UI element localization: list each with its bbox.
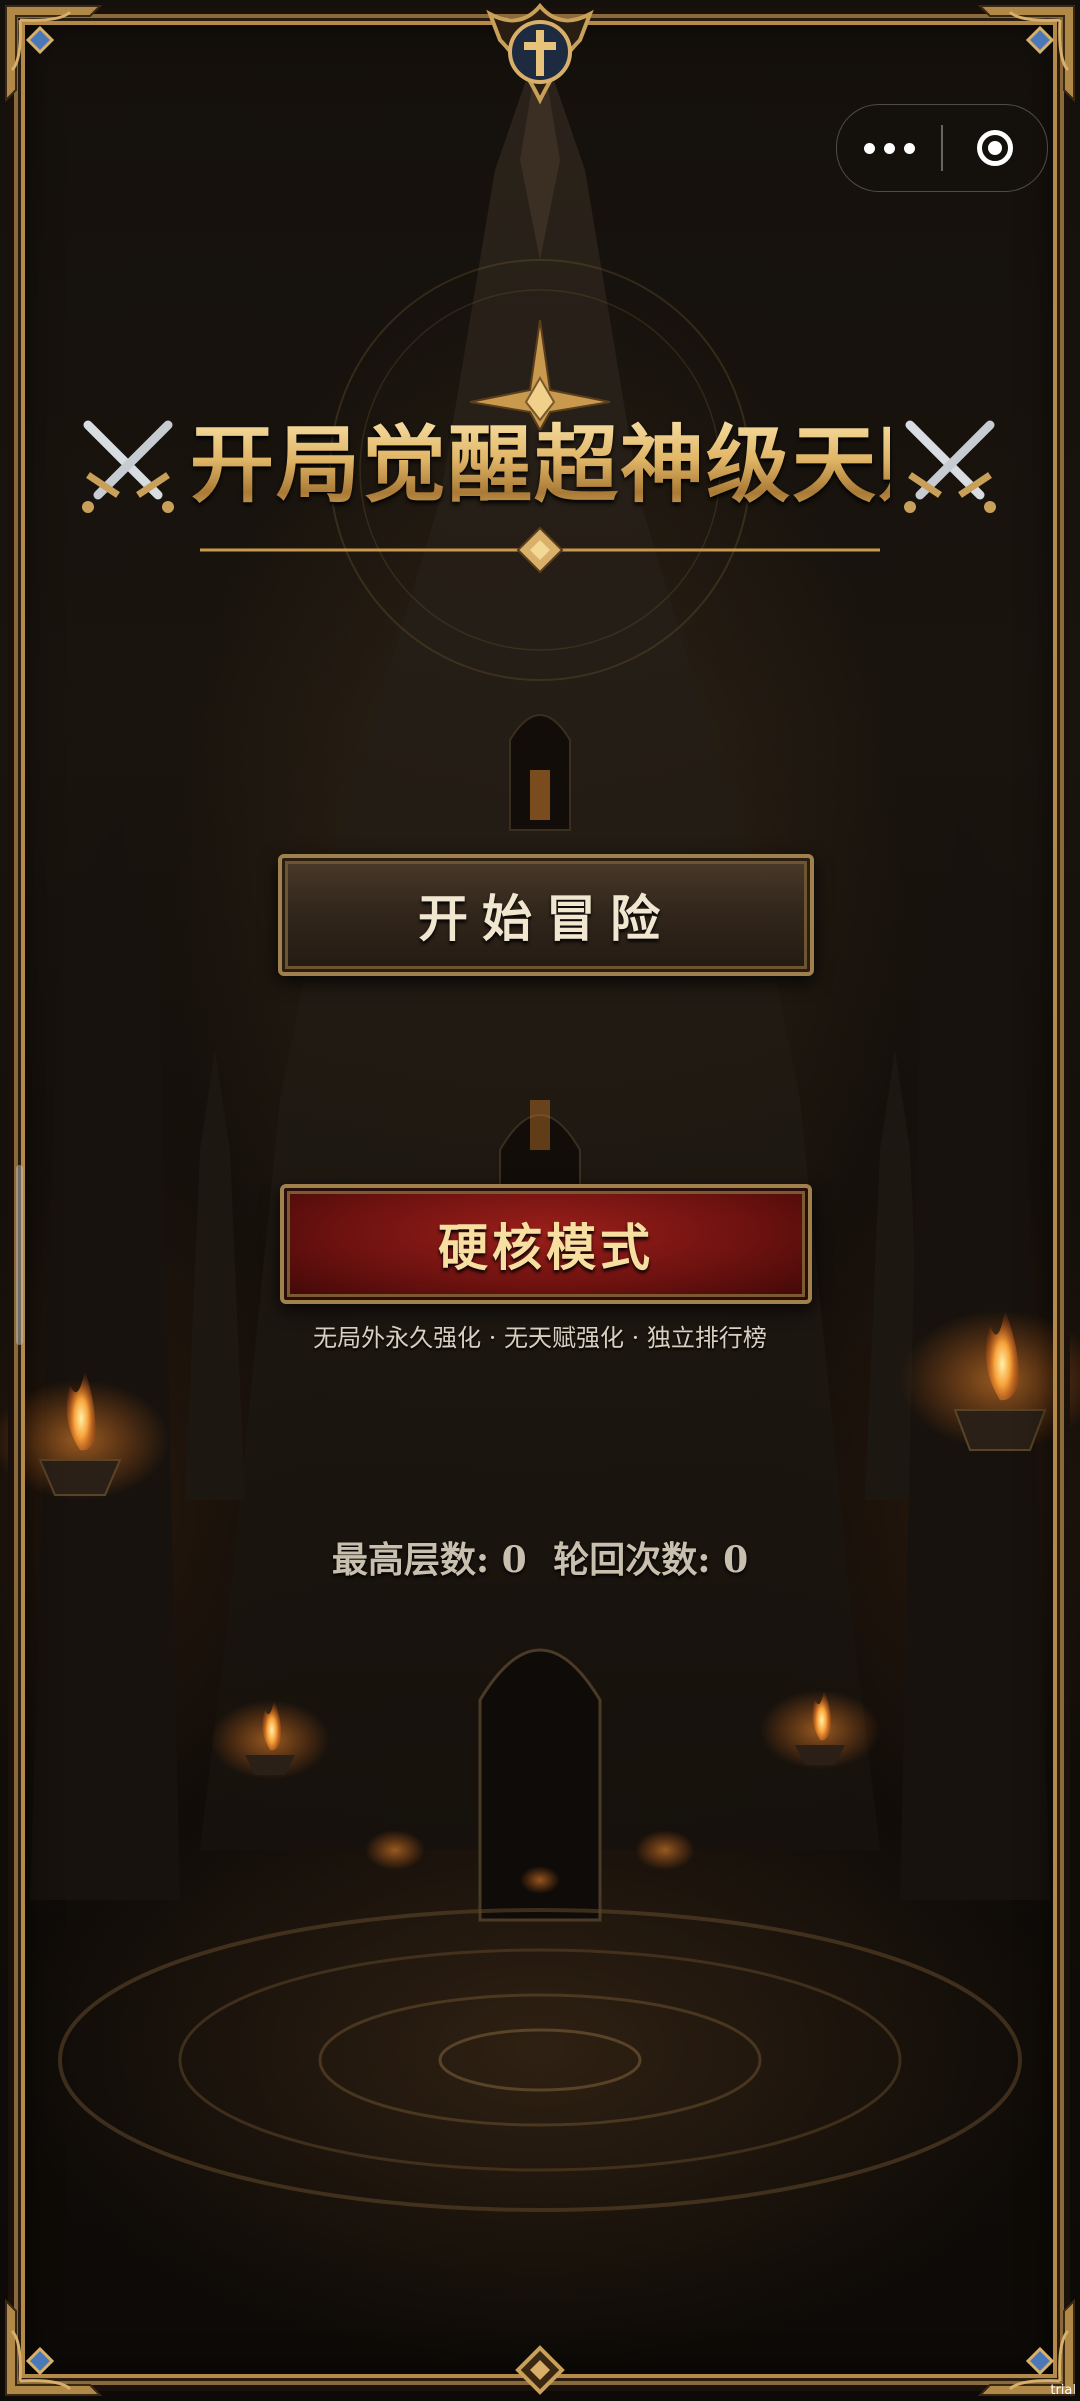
rebirth-count-label: 轮回次数: (553, 1539, 711, 1581)
rebirth-count-value: 0 (723, 1539, 749, 1581)
scrollbar[interactable] (16, 1165, 23, 1345)
highest-floor-value: 0 (501, 1539, 527, 1581)
ellipsis-icon[interactable] (837, 105, 941, 191)
hardcore-mode-label: 硬核模式 (438, 1218, 654, 1277)
start-adventure-button[interactable]: 开始冒险 (278, 854, 814, 976)
game-start-screen: 开局觉醒超神级天赋 开始冒险 硬核模式 无局外永久强化 · 无天赋强化 · 独立… (0, 0, 1080, 2401)
title-banner: 开局觉醒超神级天赋 (0, 320, 1080, 580)
miniprogram-capsule (836, 104, 1048, 192)
crossed-swords-icon (904, 420, 996, 513)
highest-floor-label: 最高层数: (331, 1539, 490, 1581)
game-title: 开局觉醒超神级天赋 (190, 410, 962, 520)
target-circle-icon[interactable] (943, 105, 1047, 191)
hardcore-mode-button[interactable]: 硬核模式 (280, 1184, 812, 1304)
start-adventure-label: 开始冒险 (418, 889, 674, 948)
player-stats: 最高层数: 0 轮回次数: 0 (240, 1530, 840, 1590)
hardcore-mode-description: 无局外永久强化 · 无天赋强化 · 独立排行榜 (313, 1324, 767, 1352)
cross-emblem-icon (486, 2, 594, 105)
bottom-gem-ornament (515, 2345, 565, 2395)
title-divider (200, 526, 880, 574)
crossed-swords-icon (82, 420, 174, 513)
trial-watermark: trial version (1050, 2383, 1076, 2398)
